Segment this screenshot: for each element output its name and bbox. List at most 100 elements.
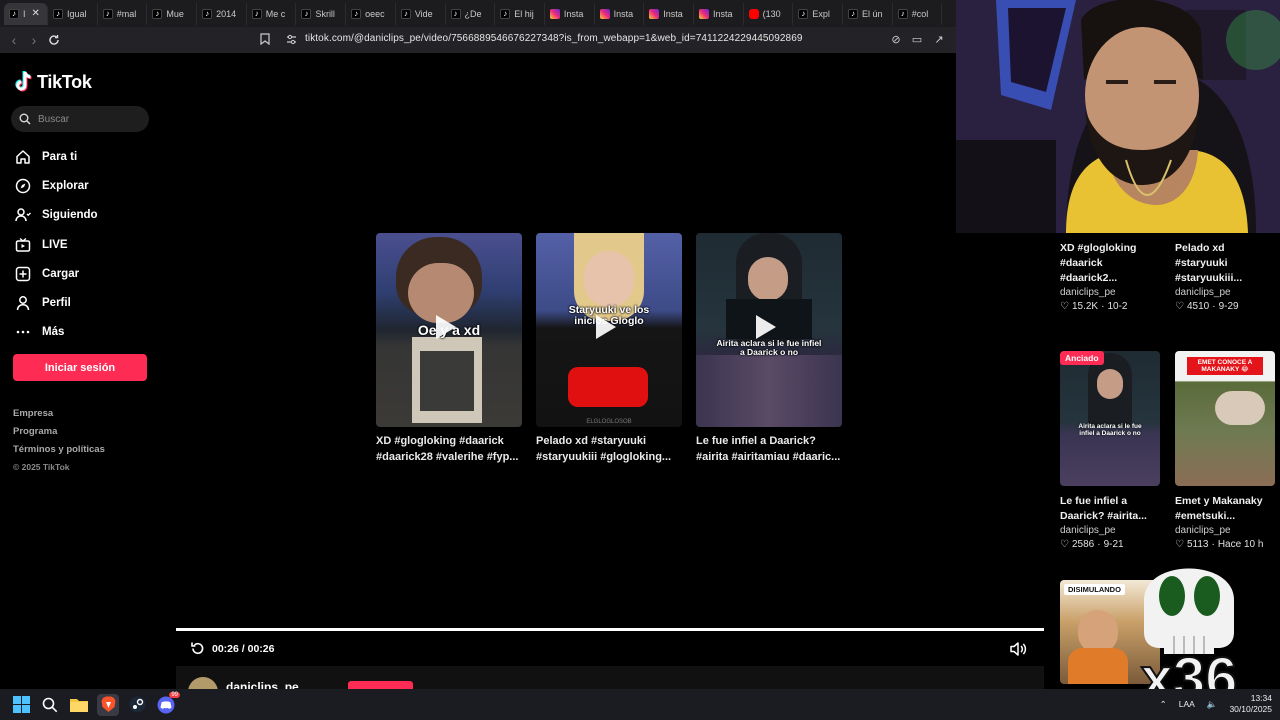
browser-tab[interactable]: ♪ El ún: [843, 2, 893, 25]
nav-item-siguiendo[interactable]: Siguiendo: [14, 201, 98, 230]
browser-tab[interactable]: ♪ Me c: [247, 2, 297, 25]
clock[interactable]: 13:34 30/10/2025: [1229, 693, 1272, 715]
profile-icon: [14, 294, 32, 312]
volume-icon[interactable]: [1009, 641, 1027, 657]
steam-icon[interactable]: [126, 694, 148, 716]
post-date: 9-29: [1218, 301, 1239, 312]
nav-item-mas[interactable]: Más: [14, 318, 98, 347]
browser-tab[interactable]: Insta: [694, 2, 744, 25]
browser-tab[interactable]: ♪ Mue: [147, 2, 198, 25]
avatar[interactable]: [188, 677, 218, 689]
browser-tab[interactable]: ♪ I ✕: [4, 2, 48, 25]
following-icon: [14, 206, 32, 224]
browser-tab[interactable]: Insta: [545, 2, 595, 25]
browser-tab[interactable]: (130: [744, 2, 794, 25]
upload-icon: [14, 265, 32, 283]
footer-link-empresa[interactable]: Empresa: [13, 408, 105, 426]
discord-icon[interactable]: 99: [155, 691, 180, 716]
video-thumbnail[interactable]: EMET CONOCE A MAKANAKY 😂: [1175, 351, 1275, 486]
chevron-up-icon[interactable]: ⌃: [1160, 699, 1167, 710]
bookmark-icon[interactable]: [258, 32, 272, 46]
tab-label: Insta: [712, 8, 733, 19]
browser-tab[interactable]: ♪ Skrill: [296, 2, 347, 25]
search-icon[interactable]: [39, 694, 61, 716]
url-field[interactable]: tiktok.com/@daniclips_pe/video/756688954…: [305, 33, 803, 44]
nav-item-perfil[interactable]: Perfil: [14, 288, 98, 317]
browser-tab[interactable]: ♪ oeec: [346, 2, 396, 25]
share-icon[interactable]: ↗: [932, 32, 946, 46]
volume-icon[interactable]: 🔈: [1207, 699, 1218, 710]
search-input[interactable]: Buscar: [11, 106, 149, 132]
video-thumbnail[interactable]: Airita aclara si le fue infiel a Daarick…: [1060, 351, 1160, 486]
recommended-author: daniclips_pe: [1060, 525, 1116, 536]
reload-icon[interactable]: [44, 30, 64, 50]
video-thumbnail[interactable]: Oe y a xd: [376, 233, 522, 427]
browser-tab[interactable]: ♪ Vide: [396, 2, 446, 25]
follow-button[interactable]: [348, 681, 413, 689]
replay-icon[interactable]: [190, 641, 205, 656]
nav-item-live[interactable]: LIVE: [14, 230, 98, 259]
likes-count: 15.2K: [1071, 301, 1099, 312]
related-video-card[interactable]: Staryuuki ve los inicios Gloglo ELGLOGLO…: [536, 233, 682, 465]
nav-item-explorar[interactable]: Explorar: [14, 171, 98, 200]
browser-tab[interactable]: ♪ 2014: [197, 2, 247, 25]
recommended-title: XD #glogloking #daarick #daarick2...: [1060, 242, 1137, 284]
windows-start-icon[interactable]: [10, 694, 32, 716]
browser-tab[interactable]: ♪ #mal: [98, 2, 148, 25]
tab-label: Insta: [563, 8, 584, 19]
tab-label: El ún: [862, 8, 883, 19]
related-video-title[interactable]: Le fue infiel a Daarick? #airita #airita…: [696, 433, 842, 465]
video-progress-bar[interactable]: [176, 628, 1044, 631]
related-video-card[interactable]: Airita aclara si le fue infiel a Daarick…: [696, 233, 842, 465]
likes-count: 4510: [1186, 301, 1210, 312]
login-button[interactable]: Iniciar sesión: [13, 354, 147, 381]
nav-label: Explorar: [42, 179, 89, 192]
browser-tab[interactable]: ♪ Expl: [793, 2, 843, 25]
related-video-title[interactable]: Pelado xd #staryuuki #staryuukiii #glogl…: [536, 433, 682, 465]
recommended-item[interactable]: EMET CONOCE A MAKANAKY 😂 Emet y Makanaky…: [1175, 351, 1275, 550]
browser-tab[interactable]: ♪ ¿De: [446, 2, 496, 25]
nav-item-cargar[interactable]: Cargar: [14, 259, 98, 288]
related-video-card[interactable]: Oe y a xd XD #glogloking #daarick #daari…: [376, 233, 522, 465]
thumbnail-caption: Airita aclara si le fue infiel a Daarick…: [1078, 423, 1142, 437]
footer-link-terminos[interactable]: Términos y políticas: [13, 444, 105, 462]
related-video-title[interactable]: XD #glogloking #daarick #daarick28 #vale…: [376, 433, 522, 465]
browser-tab[interactable]: Insta: [644, 2, 694, 25]
brave-browser-icon[interactable]: [97, 693, 119, 716]
browser-tab[interactable]: ♪ Igual: [48, 2, 98, 25]
tab-label: #col: [911, 8, 929, 19]
nav-item-para-ti[interactable]: Para ti: [14, 142, 98, 171]
tiktok-icon: ♪: [848, 8, 858, 19]
recommended-item[interactable]: Pelado xd #staryuuki #staryuukiii... dan…: [1175, 193, 1275, 312]
back-icon[interactable]: ‹: [4, 30, 24, 50]
tiktok-logo[interactable]: TikTok: [15, 71, 92, 93]
video-thumbnail[interactable]: Airita aclara si le fue infiel a Daarick…: [696, 233, 842, 427]
tab-label: Mue: [166, 8, 184, 19]
recommended-item[interactable]: Airita aclara si le fue infiel a Daarick…: [1060, 351, 1160, 550]
keyboard-language[interactable]: LAA: [1179, 699, 1195, 709]
browser-tab[interactable]: ♪ El hij: [495, 2, 545, 25]
related-videos-grid: Oe y a xd XD #glogloking #daarick #daari…: [376, 233, 842, 465]
no-translate-icon[interactable]: ⊘: [889, 32, 903, 46]
nav-label: LIVE: [42, 238, 68, 251]
browser-tab[interactable]: Insta: [595, 2, 645, 25]
recommended-title: Le fue infiel a Daarick? #airita...: [1060, 495, 1147, 522]
youtube-icon: [748, 8, 759, 19]
footer-link-programa[interactable]: Programa: [13, 426, 105, 444]
tiktok-icon: ♪: [301, 8, 312, 19]
video-thumbnail[interactable]: Staryuuki ve los inicios Gloglo ELGLOGLO…: [536, 233, 682, 427]
site-settings-icon[interactable]: [284, 32, 298, 46]
author-name[interactable]: daniclips_pe: [226, 680, 299, 689]
forward-icon[interactable]: ›: [24, 30, 44, 50]
file-explorer-icon[interactable]: [68, 694, 90, 716]
close-tab-icon[interactable]: ✕: [32, 8, 40, 19]
webcam-overlay: [956, 0, 1280, 233]
browser-tab[interactable]: ♪ #col: [893, 2, 943, 25]
more-icon: [14, 323, 32, 341]
tiktok-icon: ♪: [9, 8, 19, 19]
screen-share-icon[interactable]: ▭: [910, 32, 924, 46]
recommended-item[interactable]: XD #glogloking #daarick #daarick2... dan…: [1060, 193, 1160, 312]
time-display: 00:26 / 00:26: [212, 642, 275, 655]
thumbnail-caption: EMET CONOCE A MAKANAKY 😂: [1197, 359, 1253, 373]
tab-label: oeec: [365, 8, 385, 19]
